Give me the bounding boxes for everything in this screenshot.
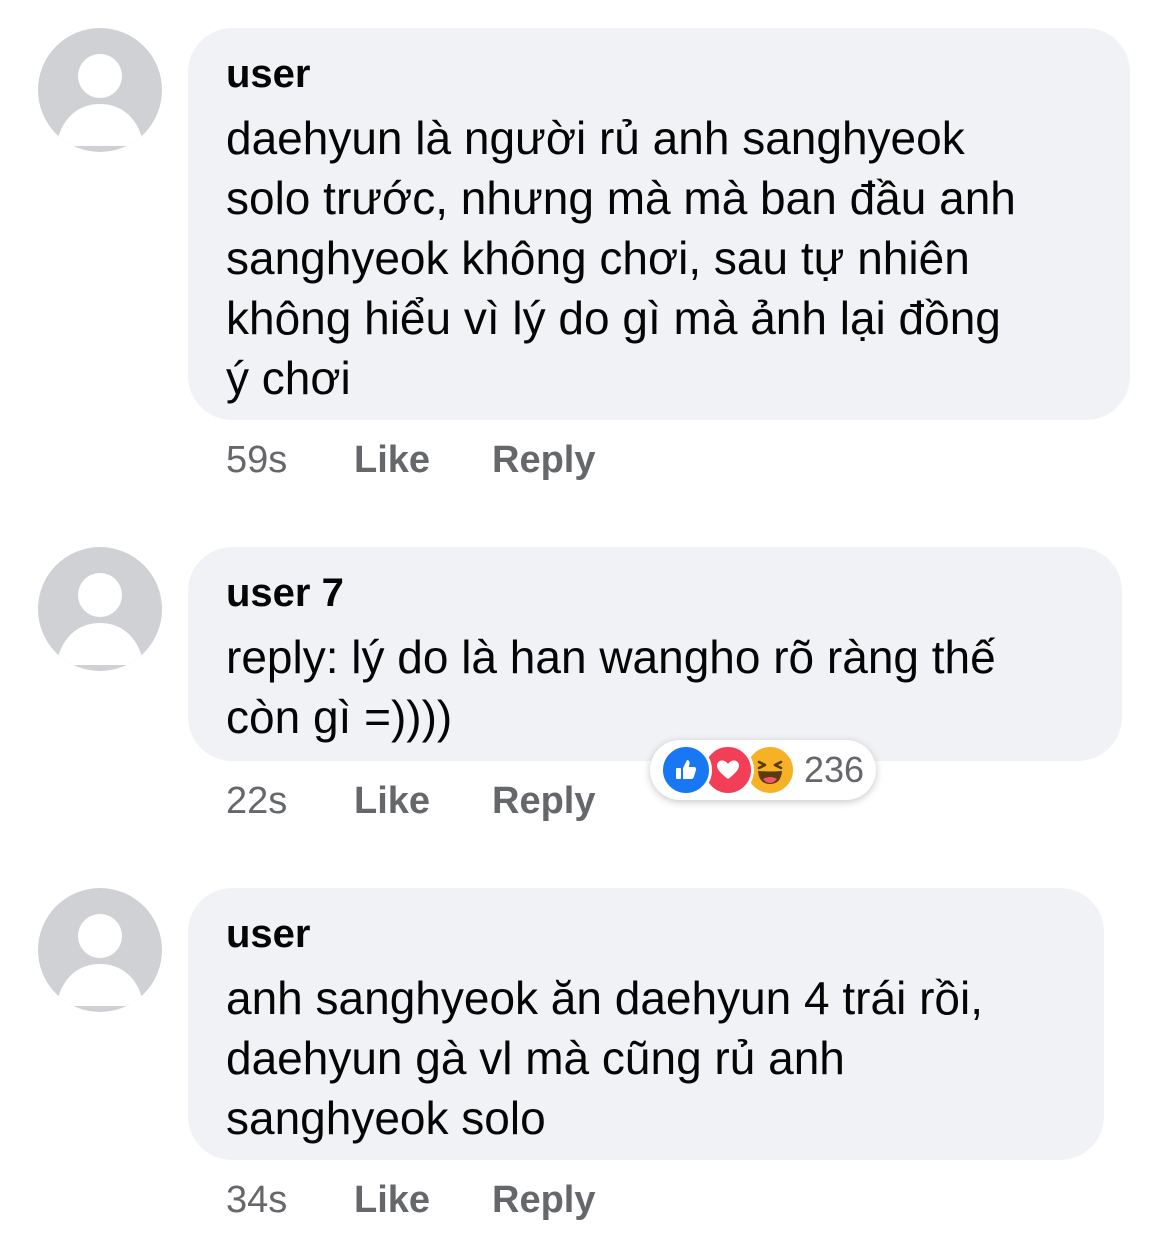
comment-text: daehyun là người rủ anh sanghyeok solo t… — [226, 112, 1016, 404]
comment-author[interactable]: user 7 — [226, 571, 1084, 615]
avatar[interactable] — [38, 888, 162, 1012]
comment-author[interactable]: user — [226, 912, 1066, 956]
like-button[interactable]: Like — [354, 438, 492, 482]
default-avatar-icon — [56, 54, 144, 146]
like-reaction-icon — [660, 744, 712, 796]
comment-actions: 59s Like Reply — [226, 438, 595, 482]
comment-bubble: user daehyun là người rủ anh sanghyeok s… — [188, 28, 1130, 420]
reply-button[interactable]: Reply — [492, 779, 595, 823]
comment-timestamp[interactable]: 22s — [226, 779, 354, 823]
like-button[interactable]: Like — [354, 779, 492, 823]
comment-timestamp[interactable]: 34s — [226, 1178, 354, 1222]
comment-actions: 34s Like Reply — [226, 1178, 595, 1222]
comment-timestamp[interactable]: 59s — [226, 438, 354, 482]
reply-button[interactable]: Reply — [492, 438, 595, 482]
avatar[interactable] — [38, 28, 162, 152]
avatar[interactable] — [38, 547, 162, 671]
comment-bubble: user 7 reply: lý do là han wangho rõ ràn… — [188, 547, 1122, 761]
comment-actions: 22s Like Reply — [226, 779, 595, 823]
comment-bubble: user anh sanghyeok ăn daehyun 4 trái rồi… — [188, 888, 1104, 1160]
comment-text: anh sanghyeok ăn daehyun 4 trái rồi, dae… — [226, 972, 983, 1144]
reply-button[interactable]: Reply — [492, 1178, 595, 1222]
comment-author[interactable]: user — [226, 52, 1092, 96]
reaction-count: 236 — [804, 749, 865, 790]
comment-text: reply: lý do là han wangho rõ ràng thế c… — [226, 631, 996, 743]
default-avatar-icon — [56, 573, 144, 665]
like-button[interactable]: Like — [354, 1178, 492, 1222]
default-avatar-icon — [56, 914, 144, 1006]
reactions-summary[interactable]: 236 — [650, 740, 877, 800]
